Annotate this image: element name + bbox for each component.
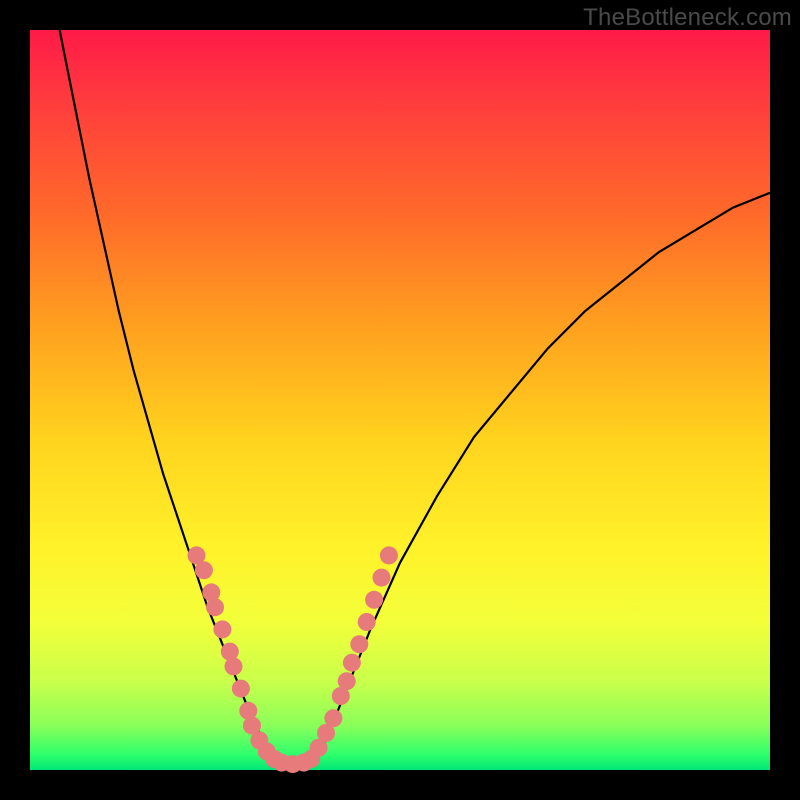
curve-group — [60, 30, 770, 766]
data-marker — [338, 672, 356, 690]
data-marker — [350, 635, 368, 653]
data-marker — [343, 654, 361, 672]
data-marker — [380, 546, 398, 564]
data-marker — [358, 613, 376, 631]
data-marker — [206, 598, 224, 616]
plot-area — [30, 30, 770, 770]
data-marker — [195, 561, 213, 579]
data-marker — [232, 680, 250, 698]
data-marker — [213, 620, 231, 638]
bottleneck-curve — [60, 30, 770, 766]
watermark-text: TheBottleneck.com — [583, 4, 792, 32]
marker-group — [188, 546, 398, 773]
data-marker — [324, 709, 342, 727]
chart-container: TheBottleneck.com — [0, 0, 800, 800]
chart-svg — [30, 30, 770, 770]
data-marker — [225, 657, 243, 675]
data-marker — [373, 569, 391, 587]
data-marker — [365, 591, 383, 609]
